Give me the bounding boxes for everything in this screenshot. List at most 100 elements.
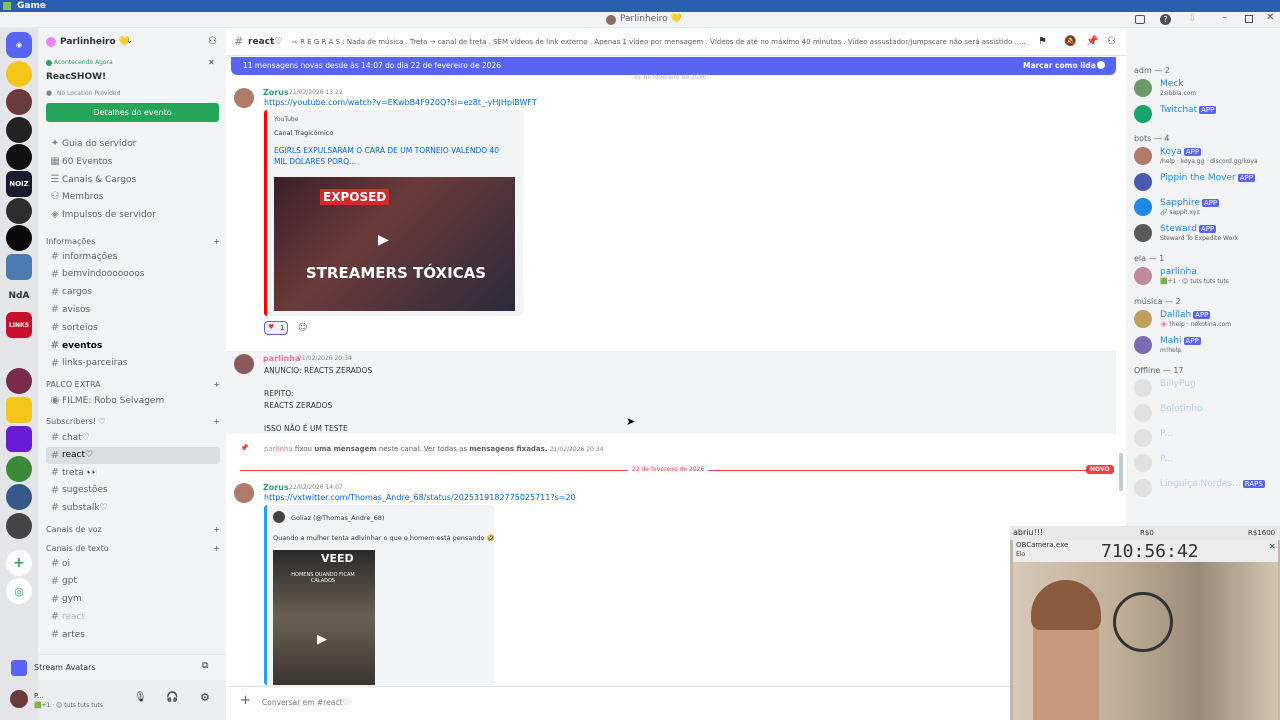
close-icon[interactable]: ✕ [208,58,215,67]
server-icon[interactable] [6,397,32,423]
server-icon[interactable]: NdA [6,283,32,309]
member-item[interactable]: parlinha 🟩+1 · 😊 tuts tuts tuts [1134,267,1274,289]
channel-item[interactable]: # gym [46,591,220,608]
headphones-icon[interactable]: 🎧 [166,692,178,703]
message-input[interactable] [262,694,1022,710]
popout-icon[interactable]: ⧉ [202,661,208,671]
message-author[interactable]: Zorus [263,88,289,97]
play-icon[interactable]: ▶ [378,232,389,248]
channel-item[interactable]: # cargos [46,284,220,301]
member-list-icon[interactable]: ⚇ [1107,36,1116,47]
channel-item[interactable]: # react♡ [46,446,220,464]
nav-channels-roles[interactable]: ☰ Canais & Cargos [46,171,220,188]
member-item[interactable]: P... [1134,429,1274,451]
minimize-icon[interactable]: – [1222,12,1227,23]
channel-item[interactable]: # oi [46,555,220,572]
video-thumbnail[interactable]: EXPOSED ▶ STREAMERS TÓXICAS [274,177,515,311]
category-subs[interactable]: Subscribers! ♡ + [46,417,220,426]
server-icon[interactable]: NOIZ [6,171,32,197]
member-item[interactable]: Dalilah APP 🌸 !help · nekotina.com [1134,310,1274,332]
server-header[interactable]: Parlinheiro 💛 ⌄ ⚇ [38,28,226,56]
scrollbar[interactable] [1119,453,1123,491]
member-item[interactable]: P... [1134,454,1274,476]
pin-link[interactable]: uma mensagem [314,445,376,453]
channel-item[interactable]: # links-parceiras [46,355,220,372]
message-link[interactable]: https://youtube.com/watch?v=EKwbB4F920Q?… [264,98,537,107]
server-icon[interactable] [6,254,32,280]
server-icon[interactable] [6,456,32,482]
avatar[interactable] [234,483,254,503]
member-item[interactable]: Linguiça Nordes... RAPS [1134,479,1274,501]
add-member-icon[interactable]: ⚇ [208,36,217,47]
mute-icon[interactable]: 🔕 [1064,36,1076,47]
message-author[interactable]: Zorus [263,483,289,492]
play-icon[interactable]: ▶ [317,632,327,647]
mark-as-read-button[interactable]: Marcar como lida [1023,61,1096,70]
category-info[interactable]: Informações + [46,237,220,246]
pin-author[interactable]: parlinha [264,445,293,453]
message-link[interactable]: https://vxtwitter.com/Thomas_Andre_68/st… [264,493,576,502]
server-icon[interactable] [6,117,32,143]
channel-item[interactable]: # sorteios [46,319,220,336]
reaction-heart[interactable]: ♥ 1 [264,321,288,335]
server-icon[interactable] [6,339,32,365]
discord-home-icon[interactable]: ◉ [6,32,32,58]
server-icon[interactable]: LINKS [6,312,32,338]
close-icon[interactable]: ✕ [1269,542,1276,551]
server-icon[interactable] [6,426,32,452]
server-icon[interactable] [6,89,32,115]
add-server-icon[interactable]: + [6,550,32,576]
channel-item[interactable]: # informações [46,248,220,265]
nav-guide[interactable]: ✦ Guia do servidor [46,135,220,152]
server-icon[interactable] [6,513,32,539]
member-item[interactable]: Pippin the Mover APP [1134,173,1274,195]
server-icon[interactable] [6,368,32,394]
channel-item[interactable]: # substalk♡ [46,499,220,516]
category-voz[interactable]: Canais de voz + [46,525,220,534]
channel-item[interactable]: # gpt [46,573,220,590]
add-channel-icon[interactable]: + [213,417,220,426]
add-reaction-icon[interactable]: ☺ [298,323,307,333]
embed-author[interactable]: Goliaz (@Thomas_Andre_68) [291,514,384,522]
threads-icon[interactable]: ⚑ [1038,36,1047,47]
avatar[interactable] [273,511,285,523]
member-item[interactable]: Koya APP/help · koya.gg · discord.gg/koya [1134,147,1274,169]
avatar[interactable] [10,690,28,708]
add-channel-icon[interactable]: + [213,525,220,534]
help-icon[interactable]: ? [1160,14,1171,25]
channel-topic[interactable]: ⇨ R E G R A S : Nada de música . Treta →… [292,38,1030,46]
explore-servers-icon[interactable]: ◎ [6,578,32,604]
microphone-icon[interactable]: 🎙 [134,692,147,703]
channel-item[interactable]: # sugestões [46,482,220,499]
embed-title[interactable]: EGIRLS EXPULSARAM O CARA DE UM TORNEIO V… [274,145,514,167]
member-item[interactable]: Twitchat APP [1134,105,1274,127]
avatar[interactable] [234,88,254,108]
server-icon[interactable] [6,144,32,170]
channel-item[interactable]: # eventos [46,337,220,354]
channel-item[interactable]: ◉ FILME: Robo Selvagem [46,392,220,409]
member-item[interactable]: Meck 2sibbla.com [1134,79,1274,101]
channel-item[interactable]: # artes [46,626,220,643]
embed-author[interactable]: Canal Tragicômico [274,129,333,137]
channel-item[interactable]: # chat♡ [46,429,220,446]
member-item[interactable]: Bolotinho [1134,404,1274,426]
inbox-icon[interactable] [1135,15,1145,24]
close-icon[interactable]: ✕ [1266,12,1274,23]
member-item[interactable]: Sapphire APP 🔗 sapph.xyz [1134,198,1274,220]
channel-item[interactable]: # react [46,608,220,625]
server-icon[interactable] [6,484,32,510]
nav-events[interactable]: ▦ 60 Eventos [46,153,220,170]
event-details-button[interactable]: Detalhes do evento [46,103,219,122]
member-item[interactable]: BillyPug [1134,379,1274,401]
nav-boosts[interactable]: ◈ Impulsos de servidor [46,206,220,223]
category-texto[interactable]: Canais de texto + [46,544,220,553]
pin-icon[interactable]: 📌 [1086,36,1098,47]
download-icon[interactable]: ⇩ [1188,13,1196,24]
pinned-messages-link[interactable]: mensagens fixadas. [469,445,547,453]
add-attachment-icon[interactable]: + [240,693,251,708]
video-thumbnail[interactable]: VEED HOMENS QUANDO FICAM CALADOS ▶ [273,550,375,685]
add-channel-icon[interactable]: + [213,380,220,389]
category-palco[interactable]: PALCO EXTRA + [46,380,220,389]
new-messages-banner[interactable]: 11 mensagens novas desde às 14:07 do dia… [231,57,1116,75]
server-icon[interactable] [6,61,32,87]
